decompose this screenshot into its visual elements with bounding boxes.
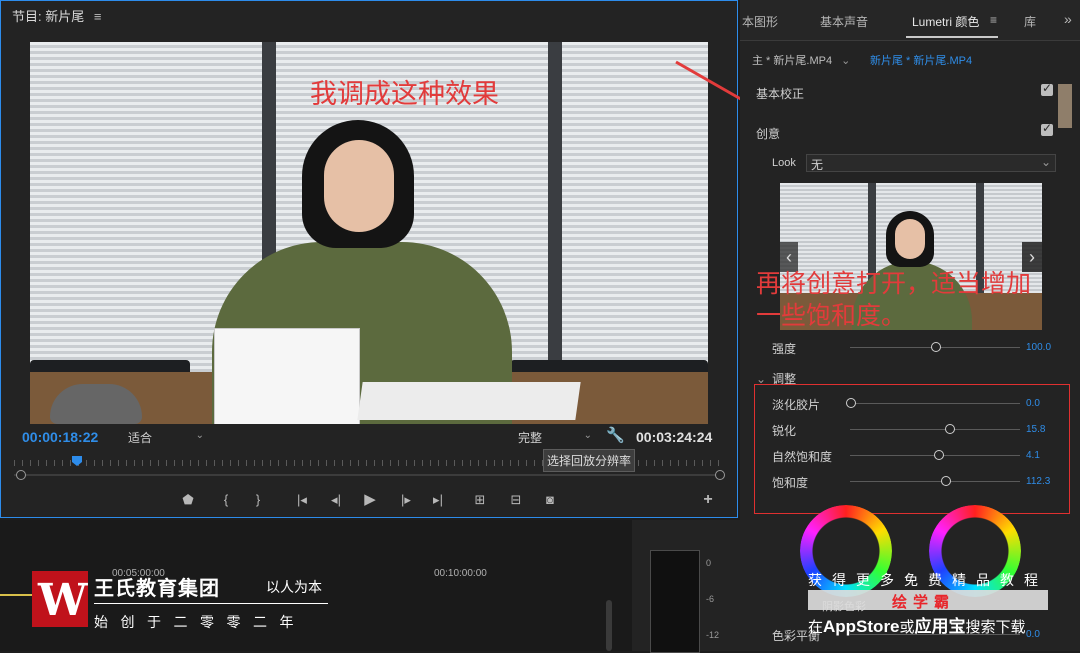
adjust-slider-knob[interactable] <box>944 424 955 434</box>
side-thumbnail <box>1058 84 1072 128</box>
logo-slogan: 以人为本 <box>266 579 322 595</box>
person-face <box>324 140 394 232</box>
timeline-time-label: 00:10:00:00 <box>434 568 487 579</box>
chevron-down-icon: ⌄ <box>841 55 851 67</box>
audio-meter <box>650 550 700 653</box>
meter-label: -6 <box>706 594 715 604</box>
ad-store-name: AppStore <box>823 617 900 636</box>
extract-icon[interactable]: ⊟ <box>506 490 526 510</box>
step-back-icon[interactable]: ◂| <box>326 490 346 510</box>
add-button-icon[interactable]: + <box>698 490 718 510</box>
intensity-slider-knob[interactable] <box>931 342 941 352</box>
go-to-in-icon[interactable]: |◂ <box>292 490 312 510</box>
adjust-slider-track[interactable] <box>850 403 1020 404</box>
master-clip-selector[interactable]: 主 * 新片尾.MP4 ⌄ <box>752 52 850 68</box>
program-monitor-title[interactable]: 节目: 新片尾 ≡ <box>12 6 101 25</box>
adjust-slider-label: 锐化 <box>772 424 797 438</box>
active-clip-label[interactable]: 新片尾 * 新片尾.MP4 <box>870 52 972 68</box>
basic-correction-checkbox[interactable] <box>1041 81 1053 96</box>
chevron-down-icon: ⌄ <box>195 430 204 441</box>
panel-menu-icon[interactable]: ≡ <box>990 13 997 27</box>
chevron-down-icon: ⌄ <box>1040 155 1051 169</box>
ad-headline: 获得更多免费精品教程 <box>808 572 1048 588</box>
scrub-start-handle[interactable] <box>16 470 26 480</box>
ad-or: 或 <box>899 619 915 636</box>
microphone <box>50 384 142 424</box>
timeline-scrollbar[interactable] <box>606 600 612 651</box>
wrench-settings-icon[interactable]: 🔧 <box>606 426 625 444</box>
preview-person-face <box>895 219 925 259</box>
add-marker-icon[interactable]: ⬟ <box>178 490 198 510</box>
ad-brand: 绘学霸 <box>892 594 956 611</box>
meter-label: -12 <box>706 630 720 640</box>
scrub-end-handle[interactable] <box>715 470 725 480</box>
scrub-bar[interactable] <box>14 474 724 476</box>
lift-icon[interactable]: ⊞ <box>470 490 490 510</box>
adjust-slider-knob[interactable] <box>846 398 856 408</box>
panel-annotation: 再将创意打开，适当增加一些饱和度。 <box>756 269 1032 330</box>
tab-libraries[interactable]: 库 <box>1024 13 1036 30</box>
tooltip: 选择回放分辨率 <box>543 449 636 472</box>
play-icon[interactable]: ▶ <box>360 490 380 510</box>
logo-mark: W <box>38 575 88 626</box>
ad-app-name: 应用宝 <box>914 617 966 636</box>
intensity-value[interactable]: 100.0 <box>1026 342 1051 353</box>
tab-essential-sound[interactable]: 基本声音 <box>820 13 868 30</box>
logo-divider <box>94 603 328 604</box>
creative-checkbox[interactable] <box>1041 121 1053 136</box>
mark-in-icon[interactable]: { <box>216 490 236 510</box>
video-annotation: 我调成这种效果 <box>310 79 499 110</box>
tab-essential-graphics[interactable]: 本图形 <box>742 13 778 30</box>
current-timecode[interactable]: 00:00:18:22 <box>22 429 98 445</box>
logo-founded: 始创于二零零二年 <box>94 614 306 630</box>
logo-name: 王氏教育集团 <box>94 578 220 600</box>
playback-resolution-value: 完整 <box>518 431 543 445</box>
adjust-slider-value[interactable]: 0.0 <box>1026 398 1040 409</box>
adjust-slider-track[interactable] <box>850 481 1020 482</box>
adjust-slider-track[interactable] <box>850 429 1020 430</box>
zoom-level-dropdown[interactable]: 适合 ⌄ <box>128 429 206 447</box>
adjust-slider-value[interactable]: 15.8 <box>1026 424 1045 435</box>
papers <box>357 382 581 420</box>
logo: W <box>32 571 88 627</box>
section-creative[interactable]: 创意 <box>756 125 780 142</box>
section-basic-correction[interactable]: 基本校正 <box>756 85 804 102</box>
look-dropdown[interactable]: 无 ⌄ <box>806 154 1056 172</box>
master-clip-label: 主 * 新片尾.MP4 <box>752 55 833 67</box>
notebook <box>214 328 360 424</box>
meter-label: 0 <box>706 558 712 568</box>
playback-resolution-dropdown[interactable]: 完整 ⌄ <box>518 429 594 447</box>
export-frame-camera-icon[interactable]: ◙ <box>540 490 560 510</box>
go-to-out-icon[interactable]: ▸| <box>428 490 448 510</box>
adjust-slider-label: 自然饱和度 <box>772 450 833 464</box>
ad-download-text: 在AppStore或应用宝搜索下载 <box>808 612 1026 637</box>
panel-menu-icon[interactable]: ≡ <box>94 9 102 24</box>
look-label: Look <box>772 157 796 169</box>
adjust-slider-value[interactable]: 4.1 <box>1026 450 1040 461</box>
color-balance-value[interactable]: 0.0 <box>1026 629 1040 640</box>
window-frame <box>548 42 562 382</box>
step-forward-icon[interactable]: |▸ <box>396 490 416 510</box>
zoom-level-value: 适合 <box>128 431 153 445</box>
program-monitor-title-text: 节目: 新片尾 <box>12 9 85 24</box>
adjust-slider-label: 饱和度 <box>772 476 809 490</box>
overflow-chevron-icon[interactable]: » <box>1064 11 1072 27</box>
chevron-down-icon: ⌄ <box>583 430 592 441</box>
mark-out-icon[interactable]: } <box>248 490 268 510</box>
active-tab-indicator <box>906 36 998 38</box>
ad-suffix: 搜索下载 <box>965 619 1026 636</box>
look-value: 无 <box>811 158 824 172</box>
adjust-slider-value[interactable]: 112.3 <box>1026 476 1050 487</box>
duration-timecode: 00:03:24:24 <box>636 429 713 445</box>
ad-prefix: 在 <box>808 619 824 636</box>
intensity-label: 强度 <box>772 342 797 356</box>
tab-lumetri-color[interactable]: Lumetri 颜色 <box>912 13 979 30</box>
adjust-slider-label: 淡化胶片 <box>772 398 821 412</box>
